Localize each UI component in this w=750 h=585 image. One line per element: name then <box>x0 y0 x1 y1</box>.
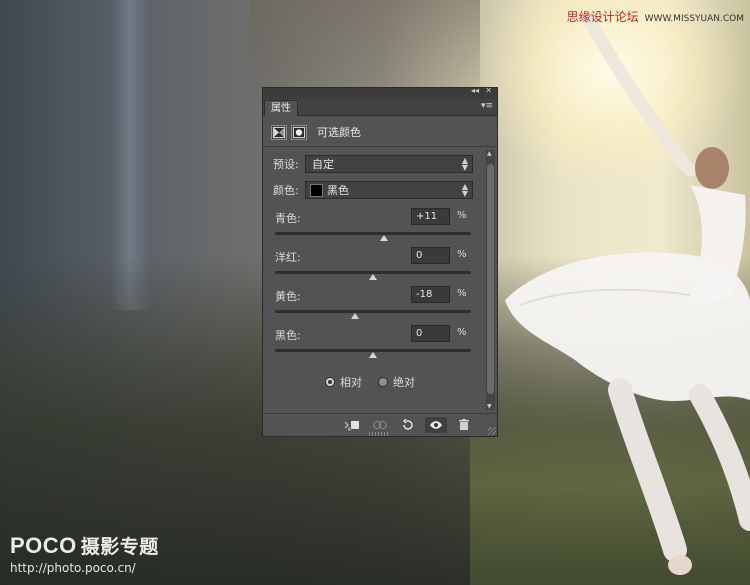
slider-cyan-unit: % <box>457 210 467 221</box>
radio-absolute[interactable] <box>378 377 388 387</box>
adjustment-header: 可选颜色 <box>271 122 361 142</box>
colors-dropdown[interactable]: 黑色 ▲ ▼ <box>305 181 473 199</box>
trash-icon[interactable] <box>453 417 475 433</box>
method-absolute-label: 绝对 <box>393 376 415 389</box>
watermark-top-cn: 思缘设计论坛 <box>566 10 639 24</box>
slider-yellow-label: 黄色: <box>275 290 301 303</box>
slider-black-input[interactable]: 0 <box>411 325 450 342</box>
poco-logo-text: POCO <box>10 533 77 558</box>
dropdown-arrows-icon: ▲ ▼ <box>461 156 468 172</box>
preset-label: 预设: <box>273 158 299 171</box>
preset-row: 预设: <box>273 155 306 173</box>
panel-grip[interactable] <box>369 432 389 436</box>
slider-cyan-input[interactable]: +11 <box>411 208 450 225</box>
slider-cyan-track[interactable] <box>275 232 471 235</box>
poco-logo-subtitle: 摄影专题 <box>80 537 159 558</box>
selective-color-adjustment-icon[interactable] <box>271 124 287 140</box>
slider-black-thumb[interactable] <box>369 352 377 358</box>
slider-black-label: 黑色: <box>275 329 301 342</box>
slider-yellow-input[interactable]: -18 <box>411 286 450 303</box>
watermark-url: http://photo.poco.cn/ <box>10 561 136 575</box>
layer-mask-icon[interactable] <box>291 124 307 140</box>
radio-relative[interactable] <box>325 377 335 387</box>
preset-dropdown[interactable]: 自定 ▲ ▼ <box>305 155 473 173</box>
resize-handle[interactable] <box>488 427 496 435</box>
color-swatch <box>310 183 323 197</box>
method-relative-option[interactable]: 相对 <box>325 374 362 390</box>
colors-row: 颜色: <box>273 181 306 199</box>
slider-magenta-input[interactable]: 0 <box>411 247 450 264</box>
double-left-arrow-icon[interactable]: ◂◂ <box>471 86 479 95</box>
preset-value: 自定 <box>312 158 334 171</box>
poco-logo: POCO 摄影专题 <box>10 532 159 559</box>
clip-to-layer-icon[interactable] <box>341 417 363 433</box>
view-previous-state-icon[interactable] <box>369 417 391 433</box>
method-radio-group: 相对 绝对 <box>325 374 415 390</box>
dropdown-arrows-icon: ▲ ▼ <box>461 182 468 198</box>
colors-label: 颜色: <box>273 184 299 197</box>
panel-title-bar[interactable]: ◂◂ ✕ <box>263 86 497 99</box>
panel-menu-icon[interactable]: ▾≡ <box>481 101 493 111</box>
panel-footer <box>263 413 497 436</box>
close-icon[interactable]: ✕ <box>485 86 492 95</box>
slider-black-unit: % <box>457 327 467 338</box>
scroll-down-icon[interactable]: ▼ <box>487 403 492 410</box>
tab-properties[interactable]: 属性 <box>264 100 298 116</box>
panel-scrollbar[interactable]: ▲ ▼ <box>486 150 495 410</box>
slider-magenta-unit: % <box>457 249 467 260</box>
method-absolute-option[interactable]: 绝对 <box>378 374 415 390</box>
watermark-top-en: WWW.MISSYUAN.COM <box>644 14 744 24</box>
reset-icon[interactable] <box>397 417 419 433</box>
slider-yellow-thumb[interactable] <box>351 313 360 319</box>
slider-cyan-label: 青色: <box>275 212 301 225</box>
adjustment-title: 可选颜色 <box>317 126 361 139</box>
scrollbar-thumb[interactable] <box>487 164 494 394</box>
method-relative-label: 相对 <box>340 376 362 389</box>
visibility-eye-icon[interactable] <box>425 417 447 433</box>
properties-panel: ◂◂ ✕ 属性 ▾≡ 可选颜色 预设: 自定 ▲ ▼ 颜色: 黑色 ▲ ▼ 青色… <box>262 86 498 437</box>
header-divider <box>263 146 497 147</box>
watermark-bottom: POCO 摄影专题 http://photo.poco.cn/ <box>10 532 159 575</box>
scroll-up-icon[interactable]: ▲ <box>487 150 492 157</box>
panel-content: 预设: 自定 ▲▼ 颜色: 黑色 ▲▼ 青色: +11 % 洋红: 0 % <box>263 149 485 407</box>
colors-value: 黑色 <box>327 184 349 197</box>
watermark-top: 思缘设计论坛 WWW.MISSYUAN.COM <box>567 8 744 25</box>
slider-magenta-label: 洋红: <box>275 251 301 264</box>
panel-tab-row: 属性 ▾≡ <box>263 99 497 116</box>
slider-cyan-thumb[interactable] <box>379 235 388 241</box>
slider-yellow-unit: % <box>457 288 467 299</box>
slider-yellow-track[interactable] <box>275 310 471 313</box>
slider-magenta-thumb[interactable] <box>369 274 377 280</box>
